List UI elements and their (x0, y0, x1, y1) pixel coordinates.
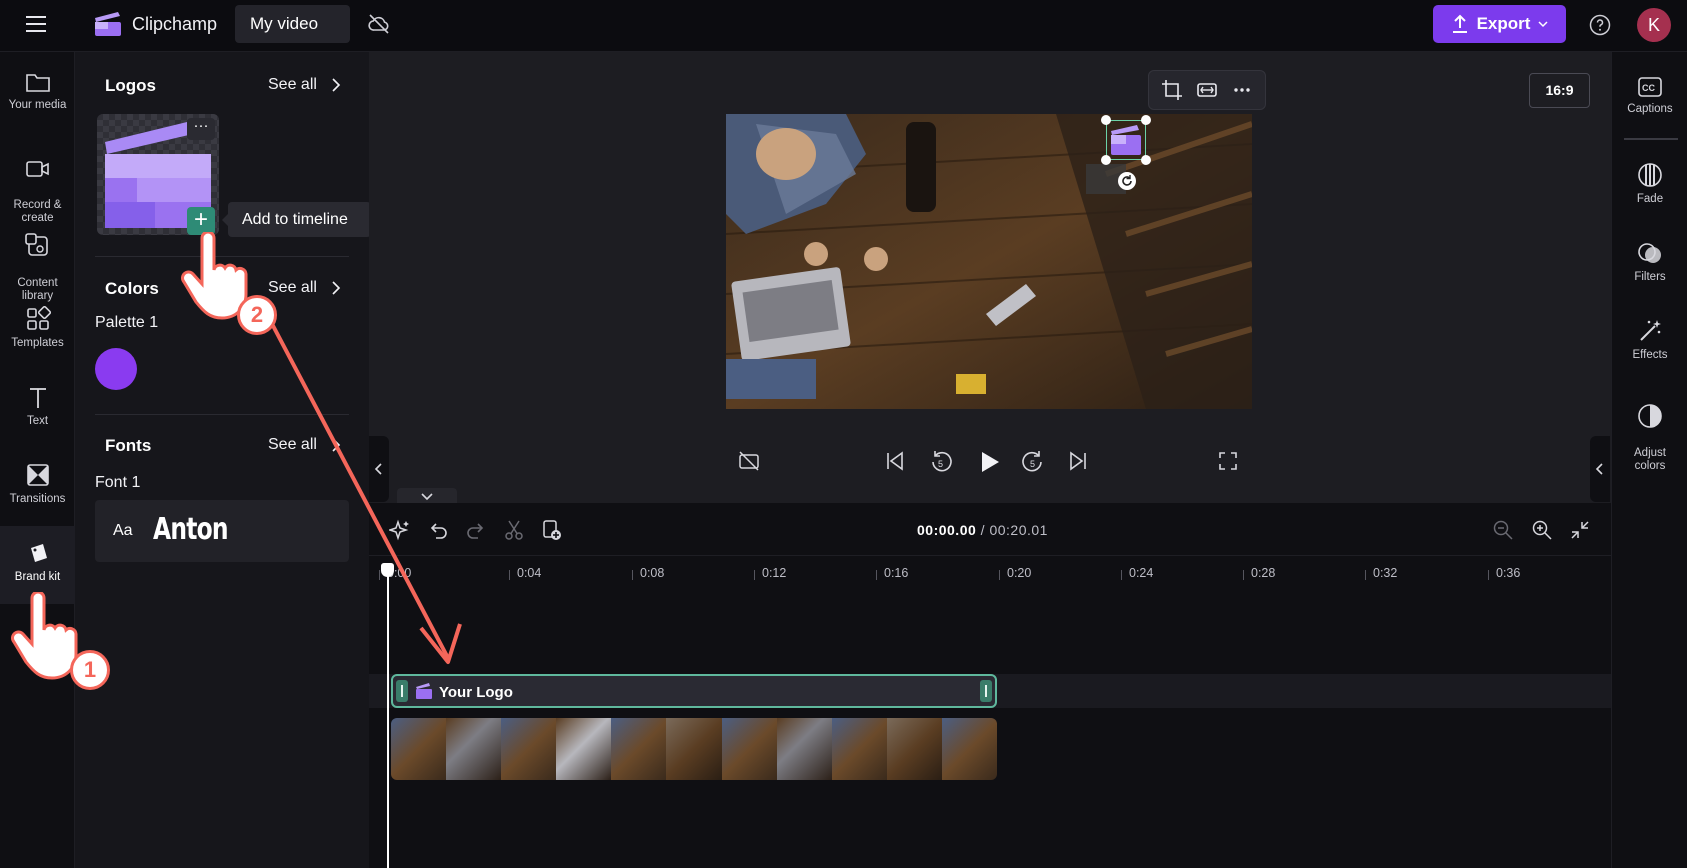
tutorial-arrow (268, 319, 462, 664)
step-badge-2: 2 (237, 295, 277, 335)
step-badge-1: 1 (70, 650, 110, 690)
